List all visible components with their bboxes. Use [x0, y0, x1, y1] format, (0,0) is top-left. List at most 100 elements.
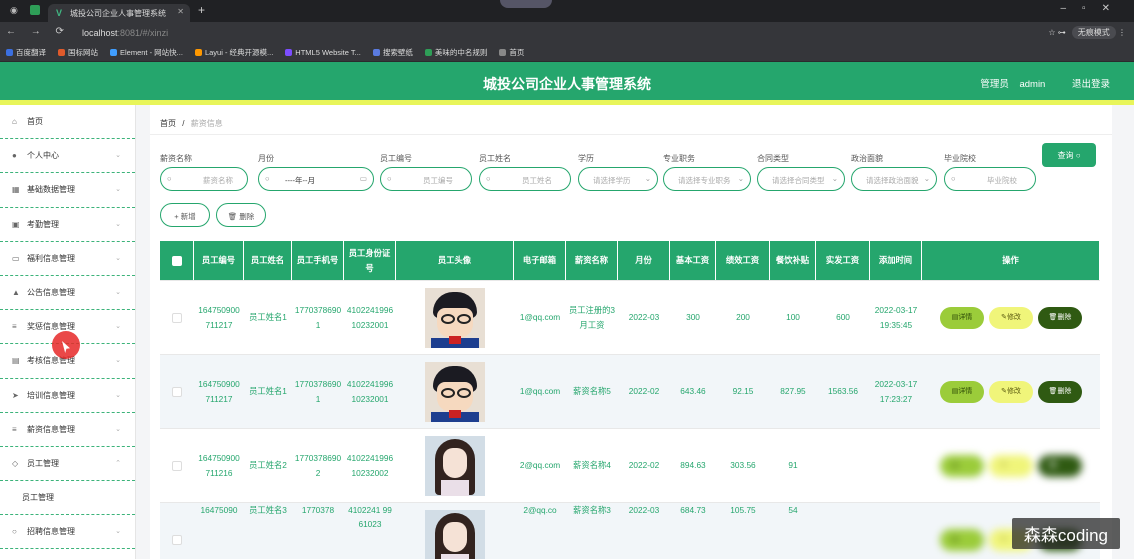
row-checkbox[interactable]	[172, 386, 182, 397]
delete-row-button[interactable]: 🗑 删除	[1038, 380, 1082, 403]
column-header: 员工头像	[396, 241, 514, 280]
salary-table: 员工编号 员工姓名 员工手机号 员工身份证号 员工头像 电子邮箱 薪资名称 月份 基本工资 绩效工…	[160, 241, 1100, 559]
sidebar-item-12[interactable]: ○ 招聘信息管理 ⌄	[0, 515, 135, 550]
cell-text: 2022-03-17 19:35:45	[874, 305, 918, 330]
cell-text: 410224199610232001	[346, 305, 394, 330]
sidebar-item-0[interactable]: ⌂ 首页	[0, 105, 135, 140]
sidebar-item-11[interactable]: 员工管理	[0, 481, 135, 516]
cell-text: 员工注册的3月工资	[568, 305, 616, 330]
table-row[interactable]: 164750900711217 员工姓名1 17703786901 410224199…	[160, 355, 1100, 429]
edit-button[interactable]: ✎ 修改	[989, 454, 1033, 477]
edit-button[interactable]: ✎ 修改	[989, 306, 1033, 329]
profile-area[interactable]: ☆ ⊶ 无痕模式 ⋮	[1048, 26, 1126, 39]
filter-input[interactable]: ○ 毕业院校	[944, 167, 1036, 191]
bookmark-item[interactable]: 首页	[499, 47, 524, 58]
view-details-button[interactable]: ▤ 详情	[940, 528, 984, 551]
cell-base: 684.73	[670, 503, 716, 559]
edit-button[interactable]: ✎ 修改	[989, 380, 1033, 403]
chevron-down-icon: ⌄	[115, 425, 121, 433]
delete-selected-button[interactable]: 🗑 删除	[216, 203, 266, 227]
chevron-down-icon: ⌄	[831, 174, 838, 183]
bookmark-item[interactable]: Layui - 经典开源模...	[194, 47, 273, 58]
filter-select[interactable]: 请选择政治面貌 ⌄	[851, 167, 937, 191]
url-path: :8081/#/xinzi	[117, 28, 169, 38]
view-details-button[interactable]: ▤ 详情	[940, 454, 984, 477]
bookmark-item[interactable]: Element - 网站快...	[110, 47, 183, 58]
sidebar-item-1[interactable]: ● 个人中心 ⌄	[0, 139, 135, 174]
cell-month: 2022-03	[618, 503, 670, 559]
search-icon: ○	[265, 174, 270, 183]
bookmark-favicon-icon	[424, 49, 432, 56]
filter-select[interactable]: 请选择合同类型 ⌄	[757, 167, 845, 191]
cell-phone: 17703786901	[292, 281, 344, 354]
row-checkbox[interactable]	[172, 534, 182, 545]
filter-input[interactable]: ○ ----年--月 ▭	[258, 167, 374, 191]
row-checkbox[interactable]	[172, 460, 182, 471]
employee-avatar	[425, 361, 485, 422]
tab-search-icon[interactable]: ◉	[10, 5, 18, 16]
cell-text: 303.56	[730, 460, 756, 471]
column-header: 餐饮补贴	[770, 241, 816, 280]
delete-row-button[interactable]: 🗑 删除	[1038, 454, 1082, 477]
filter-select[interactable]: 请选择专业职务 ⌄	[663, 167, 751, 191]
bookmark-favicon-icon	[58, 49, 65, 56]
delete-row-button[interactable]: 🗑 删除	[1038, 306, 1082, 329]
view-details-button[interactable]: ▤ 详情	[940, 380, 984, 403]
bookmark-item[interactable]: 百度翻译	[6, 47, 46, 58]
filter-placeholder: 毕业院校	[987, 176, 1017, 185]
view-details-button[interactable]: ▤ 详情	[940, 306, 984, 329]
select-all-checkbox[interactable]	[171, 255, 182, 266]
sidebar-item-2[interactable]: ▦ 基础数据管理 ⌄	[0, 173, 135, 208]
delete-icon: 🗑	[1048, 313, 1058, 321]
app-header: 城投公司企业人事管理系统 管理员 admin 退出登录	[0, 62, 1134, 100]
query-button[interactable]: 查询 ○	[1042, 143, 1096, 167]
query-label: 查询	[1057, 151, 1074, 160]
edit-icon: ✎	[1001, 461, 1007, 469]
cell-month: 2022-02	[618, 429, 670, 502]
cell-text: 员工姓名1	[249, 312, 287, 323]
window-controls[interactable]: –▫✕	[1061, 3, 1127, 14]
sidebar-item-3[interactable]: ▣ 考勤管理 ⌄	[0, 208, 135, 242]
cell-text: 17703786901	[294, 379, 342, 404]
filter-group: 毕业院校 ○ 毕业院校	[944, 153, 1036, 191]
url-field[interactable]: localhost:8081/#/xinzi	[66, 25, 1006, 41]
filter-input[interactable]: ○ 员工编号	[380, 167, 472, 191]
filter-label: 员工编号	[380, 154, 412, 163]
sidebar-item-10[interactable]: ◇ 员工管理 ⌃	[0, 447, 135, 482]
table-row[interactable]: 164750900711217 员工姓名1 17703786901 410224199…	[160, 281, 1100, 355]
sidebar-item-4[interactable]: ▭ 福利信息管理 ⌄	[0, 242, 135, 276]
add-button[interactable]: + 新增	[160, 203, 210, 227]
pinned-tab-icon[interactable]	[30, 5, 40, 15]
cell-text: 164750900711216	[198, 453, 240, 478]
nav-arrows-icon[interactable]: ← → ⟳	[6, 26, 70, 37]
sidebar-item-8[interactable]: ➤ 培训信息管理 ⌄	[0, 379, 135, 413]
table-row[interactable]: 164750900711216 员工姓名2 17703786902 410224199…	[160, 429, 1100, 503]
filter-label: 学历	[578, 154, 594, 163]
bookmark-item[interactable]: 搜索壁纸	[372, 47, 413, 58]
bookmark-item[interactable]: HTML5 Website T...	[285, 48, 361, 57]
new-tab-icon[interactable]: +	[198, 3, 205, 17]
cell-idcard: 410224199610232001	[344, 355, 396, 428]
bookmark-item[interactable]: 国标网站	[58, 47, 98, 58]
breadcrumb-home[interactable]: 首页	[160, 119, 176, 128]
row-checkbox[interactable]	[172, 312, 182, 323]
bookmark-item[interactable]: 美味的中名规则	[424, 47, 487, 58]
filter-select[interactable]: 请选择学历 ⌄	[578, 167, 658, 191]
sidebar-item-5[interactable]: ▲ 公告信息管理 ⌄	[0, 276, 135, 311]
cell-emp_no: 164750900711217	[194, 281, 244, 354]
profile-pill[interactable]: 无痕模式	[1071, 26, 1116, 39]
logout-link[interactable]: 退出登录	[1072, 79, 1110, 90]
filter-group: 员工姓名 ○ 员工姓名	[479, 153, 571, 191]
column-header: 绩效工资	[716, 241, 770, 280]
filter-input[interactable]: ○ 员工姓名	[479, 167, 571, 191]
cell-text: 薪资名称3	[573, 505, 611, 515]
filter-input[interactable]: ○ 薪资名称	[160, 167, 248, 191]
tab-close-icon[interactable]: ✕	[177, 7, 184, 16]
table-row[interactable]: 16475090 员工姓名3 1770378 4102241 9961023 2@qq.…	[160, 503, 1100, 559]
browser-tab[interactable]: V 城投公司企业人事管理系统 ✕	[48, 4, 190, 22]
cell-email: 2@qq.co	[514, 503, 566, 559]
cell-name: 员工姓名1	[244, 355, 292, 428]
cell-added: 2022-03-17 17:23:27	[870, 355, 922, 428]
sidebar-item-9[interactable]: ≡ 薪资信息管理 ⌄	[0, 413, 135, 447]
cell-emp_no: 164750900711217	[194, 355, 244, 428]
